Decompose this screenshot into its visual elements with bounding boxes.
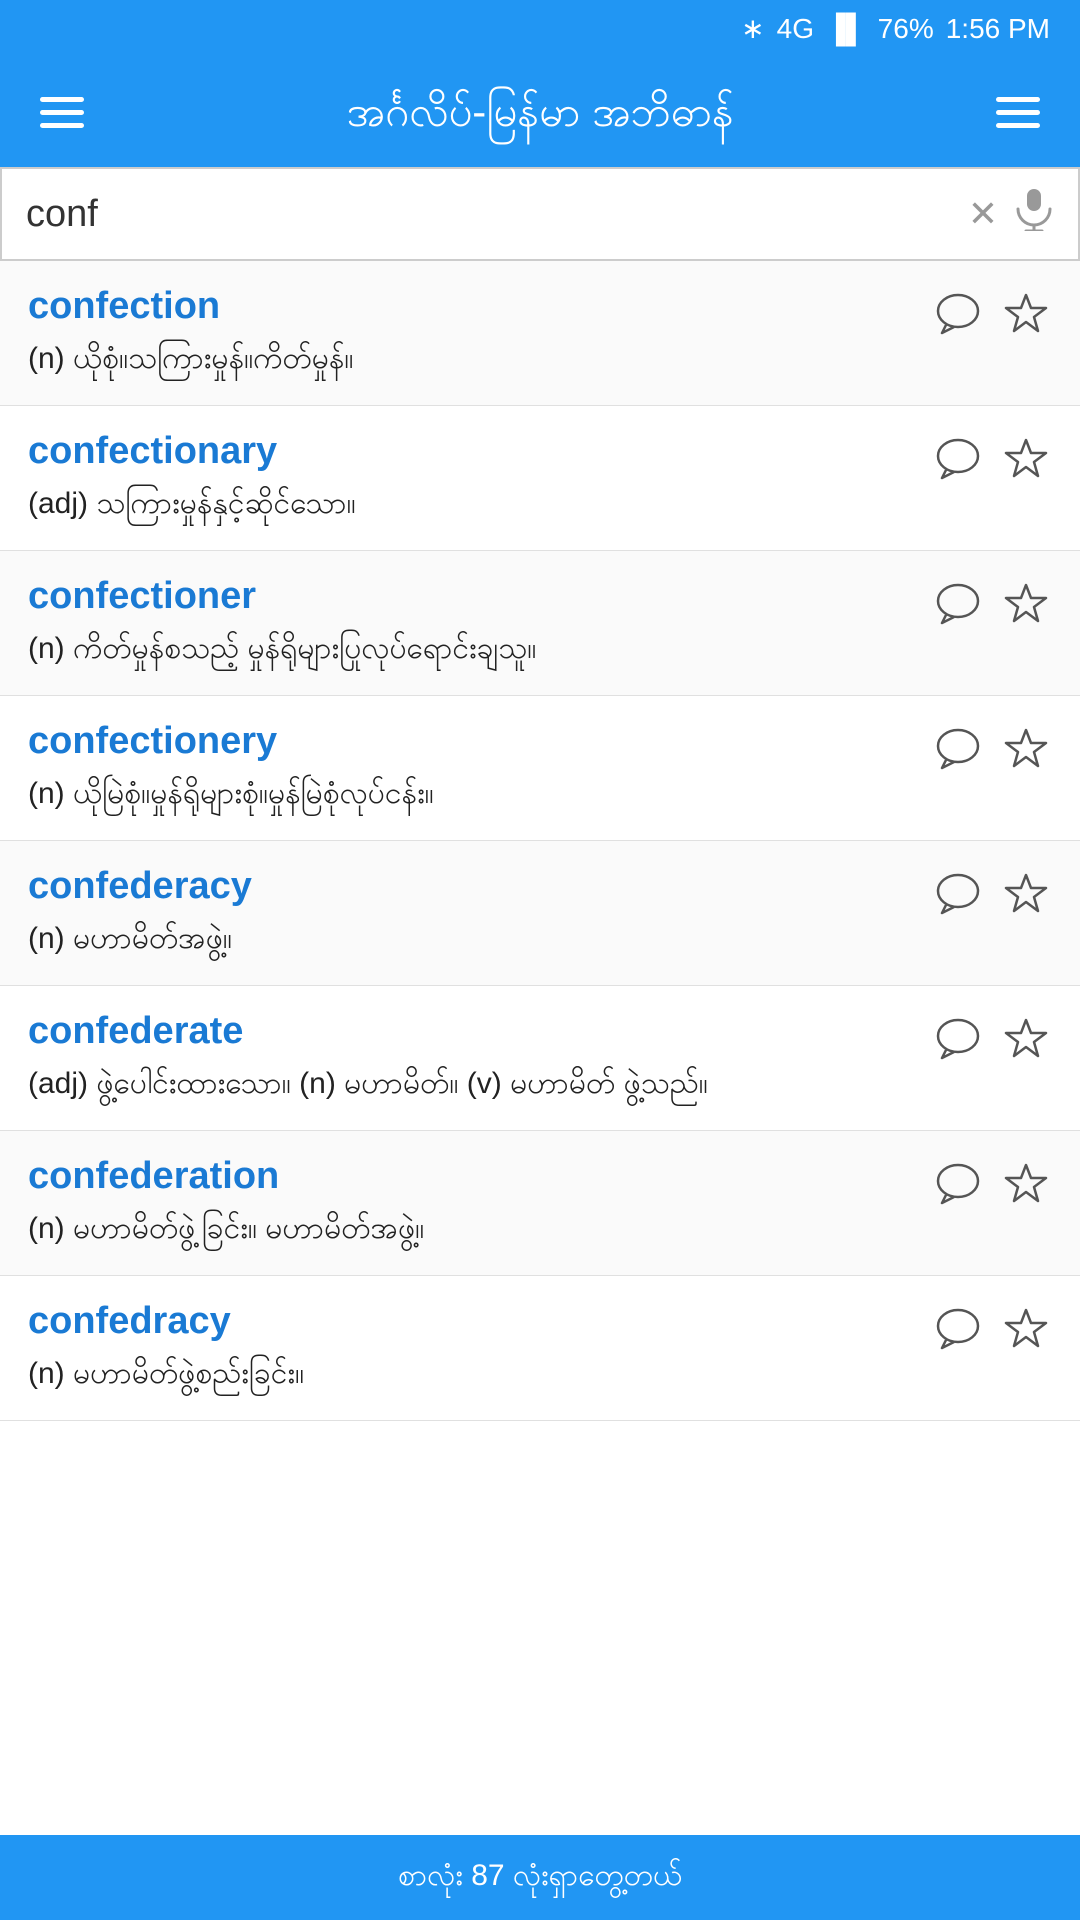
word-definition: (n) ယိုမြဲစုံ။မှုန်ရိုများစုံ။မှုန်မြဲစု…	[28, 771, 932, 816]
search-clear-button[interactable]: ✕	[968, 193, 998, 235]
word-content: confectioner (n) ကိတ်မှုန်စသည့် မှုန်ရို…	[28, 575, 932, 671]
word-title: confederacy	[28, 865, 932, 908]
word-title: confectionery	[28, 720, 932, 763]
word-definition: (n) မဟာမိတ်ဖွဲ့စည်းခြင်း။	[28, 1351, 932, 1396]
word-definition: (n) မဟာမိတ်ဖွဲ့ခြင်း။ မဟာမိတ်အဖွဲ့။	[28, 1206, 932, 1251]
speak-button[interactable]	[932, 1304, 984, 1356]
word-title: confectioner	[28, 575, 932, 618]
word-actions	[932, 720, 1052, 776]
favorite-button[interactable]	[1000, 289, 1052, 341]
favorite-button[interactable]	[1000, 579, 1052, 631]
word-definition: (n) ကိတ်မှုန်စသည့် မှုန်ရိုများပြုလုပ်ရေ…	[28, 626, 932, 671]
word-list: confection (n) ယိုစုံ။သကြားမှုန်။ကိတ်မှု…	[0, 261, 1080, 1835]
list-item: confectionery (n) ယိုမြဲစုံ။မှုန်ရိုများ…	[0, 696, 1080, 841]
favorite-button[interactable]	[1000, 1304, 1052, 1356]
status-bar: ∗ 4G ▐▌ 76% 1:56 PM	[0, 0, 1080, 57]
list-item: confedracy (n) မဟာမိတ်ဖွဲ့စည်းခြင်း။	[0, 1276, 1080, 1421]
word-actions	[932, 1300, 1052, 1356]
list-item: confectionary (adj) သကြားမှုန်နှင့်ဆိုင်…	[0, 406, 1080, 551]
right-menu-button[interactable]	[986, 87, 1050, 138]
word-content: confederation (n) မဟာမိတ်ဖွဲ့ခြင်း။ မဟာမ…	[28, 1155, 932, 1251]
search-input[interactable]	[26, 193, 952, 236]
word-title: confectionary	[28, 430, 932, 473]
word-actions	[932, 1155, 1052, 1211]
word-content: confederacy (n) မဟာမိတ်အဖွဲ့။	[28, 865, 932, 961]
word-definition: (adj) သကြားမှုန်နှင့်ဆိုင်သော။	[28, 481, 932, 526]
favorite-button[interactable]	[1000, 434, 1052, 486]
result-count: စာလုံး 87 လုံးရှာတွေ့တယ်	[398, 1859, 682, 1892]
speak-button[interactable]	[932, 434, 984, 486]
favorite-button[interactable]	[1000, 1159, 1052, 1211]
app-title: အင်္ဂလိပ်-မြန်မာ အဘိဓာန်	[94, 85, 986, 140]
footer: စာလုံး 87 လုံးရှာတွေ့တယ်	[0, 1835, 1080, 1920]
word-definition: (n) ယိုစုံ။သကြားမှုန်။ကိတ်မှုန်။	[28, 336, 932, 381]
word-actions	[932, 285, 1052, 341]
word-actions	[932, 1010, 1052, 1066]
speak-button[interactable]	[932, 869, 984, 921]
speak-button[interactable]	[932, 579, 984, 631]
speak-button[interactable]	[932, 289, 984, 341]
list-item: confederation (n) မဟာမိတ်ဖွဲ့ခြင်း။ မဟာမ…	[0, 1131, 1080, 1276]
favorite-button[interactable]	[1000, 724, 1052, 776]
favorite-button[interactable]	[1000, 869, 1052, 921]
battery-label: 76%	[878, 13, 934, 45]
word-content: confederate (adj) ဖွဲ့ပေါင်းထားသော။ (n) …	[28, 1010, 932, 1106]
speak-button[interactable]	[932, 724, 984, 776]
app-header: အင်္ဂလိပ်-မြန်မာ အဘိဓာန်	[0, 57, 1080, 167]
list-item: confectioner (n) ကိတ်မှုန်စသည့် မှုန်ရို…	[0, 551, 1080, 696]
word-definition: (adj) ဖွဲ့ပေါင်းထားသော။ (n) မဟာမိတ်။ (v)…	[28, 1061, 932, 1106]
search-bar: ✕	[0, 167, 1080, 261]
word-title: confederation	[28, 1155, 932, 1198]
word-definition: (n) မဟာမိတ်အဖွဲ့။	[28, 916, 932, 961]
word-content: confectionery (n) ယိုမြဲစုံ။မှုန်ရိုများ…	[28, 720, 932, 816]
word-content: confedracy (n) မဟာမိတ်ဖွဲ့စည်းခြင်း။	[28, 1300, 932, 1396]
status-icons: ∗ 4G ▐▌ 76% 1:56 PM	[741, 12, 1050, 45]
bluetooth-icon: ∗	[741, 12, 764, 45]
speak-button[interactable]	[932, 1014, 984, 1066]
word-actions	[932, 865, 1052, 921]
word-title: confederate	[28, 1010, 932, 1053]
favorite-button[interactable]	[1000, 1014, 1052, 1066]
word-actions	[932, 430, 1052, 486]
speak-button[interactable]	[932, 1159, 984, 1211]
list-item: confection (n) ယိုစုံ။သကြားမှုန်။ကိတ်မှု…	[0, 261, 1080, 406]
search-mic-button[interactable]	[1014, 187, 1054, 241]
list-item: confederate (adj) ဖွဲ့ပေါင်းထားသော။ (n) …	[0, 986, 1080, 1131]
word-content: confectionary (adj) သကြားမှုန်နှင့်ဆိုင်…	[28, 430, 932, 526]
list-item: confederacy (n) မဟာမိတ်အဖွဲ့။	[0, 841, 1080, 986]
time-label: 1:56 PM	[946, 13, 1050, 45]
word-content: confection (n) ယိုစုံ။သကြားမှုန်။ကိတ်မှု…	[28, 285, 932, 381]
left-menu-button[interactable]	[30, 87, 94, 138]
word-actions	[932, 575, 1052, 631]
word-title: confection	[28, 285, 932, 328]
network-label: 4G	[777, 13, 814, 45]
signal-icon: ▐▌	[826, 13, 866, 45]
word-title: confedracy	[28, 1300, 932, 1343]
